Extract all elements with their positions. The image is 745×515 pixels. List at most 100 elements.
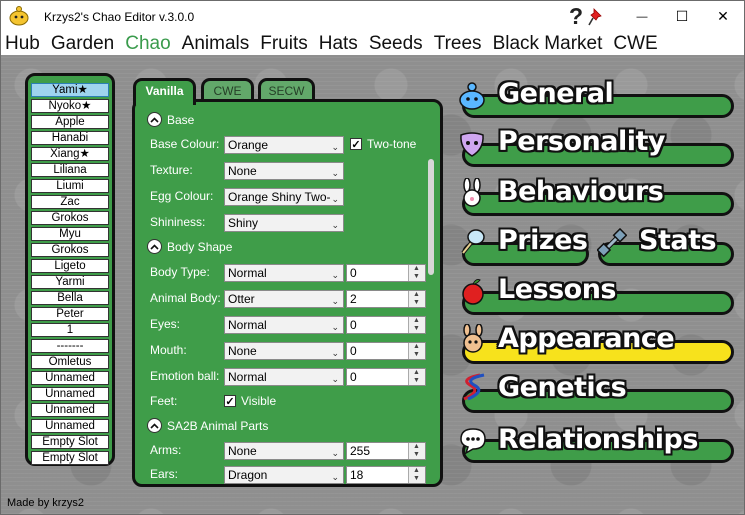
spin-arrows-icon[interactable]: ▲ ▼ <box>408 317 425 333</box>
base-colour-select[interactable]: Orange ⌄ <box>224 136 344 154</box>
base-colour-label: Base Colour: <box>150 137 220 151</box>
egg-colour-label: Egg Colour: <box>150 189 214 203</box>
chao-list-item[interactable]: Apple <box>31 115 109 129</box>
spin-arrows-icon[interactable]: ▲ ▼ <box>408 467 425 483</box>
texture-select[interactable]: None ⌄ <box>224 162 344 180</box>
chao-list-item[interactable]: Nyoko★ <box>31 99 109 113</box>
section-base[interactable]: Base <box>147 112 194 127</box>
chao-list-item[interactable]: Grokos <box>31 211 109 225</box>
collapse-icon <box>147 239 162 254</box>
section-body-shape[interactable]: Body Shape <box>147 239 232 254</box>
chao-list-item[interactable]: Xiang★ <box>31 147 109 161</box>
ears-number[interactable]: 18 ▲ ▼ <box>346 466 426 484</box>
chao-list-item[interactable]: Ligeto <box>31 259 109 273</box>
eyes-number[interactable]: 0 ▲ ▼ <box>346 316 426 334</box>
spin-arrows-icon[interactable]: ▲ ▼ <box>408 265 425 281</box>
eyes-label: Eyes: <box>150 317 181 331</box>
nav-relationships-label[interactable]: Relationships <box>498 424 698 455</box>
animal-body-number[interactable]: 2 ▲ ▼ <box>346 290 426 308</box>
nav-lessons-label[interactable]: Lessons <box>498 274 617 305</box>
chao-list-item[interactable]: Hanabi <box>31 131 109 145</box>
chao-list-item[interactable]: Yami★ <box>31 83 109 97</box>
chao-list-item[interactable]: Grokos <box>31 243 109 257</box>
menu-trees[interactable]: Trees <box>434 32 482 55</box>
shininess-select[interactable]: Shiny ⌄ <box>224 214 344 232</box>
mouth-number[interactable]: 0 ▲ ▼ <box>346 342 426 360</box>
nav-stats-label[interactable]: Stats <box>639 225 717 256</box>
menu-hats[interactable]: Hats <box>319 32 358 55</box>
animal-body-number-value: 2 <box>350 292 357 306</box>
two-tone-label: Two-tone <box>367 137 417 151</box>
texture-label: Texture: <box>150 163 193 177</box>
menu-seeds[interactable]: Seeds <box>369 32 423 55</box>
close-icon: ✕ <box>717 8 729 24</box>
menu-chao[interactable]: Chao <box>125 32 170 55</box>
pin-button[interactable] <box>585 1 609 32</box>
menu-animals[interactable]: Animals <box>182 32 250 55</box>
menu-garden[interactable]: Garden <box>51 32 114 55</box>
chao-list-item[interactable]: Unnamed <box>31 371 109 385</box>
editor-scrollbar[interactable] <box>428 159 434 275</box>
body-type-value: Normal <box>228 266 267 280</box>
maximize-button[interactable]: ☐ <box>662 1 702 32</box>
spin-arrows-icon[interactable]: ▲ ▼ <box>408 291 425 307</box>
feet-visible-label: Visible <box>241 394 277 408</box>
chevron-down-icon: ⌄ <box>331 142 339 152</box>
ears-select[interactable]: Dragon ⌄ <box>224 466 344 484</box>
chao-list-item[interactable]: Liumi <box>31 179 109 193</box>
help-button[interactable]: ? <box>568 1 584 32</box>
chao-list-item[interactable]: ------- <box>31 339 109 353</box>
speech-bubble-icon <box>460 428 486 455</box>
chao-list-item[interactable]: 1 <box>31 323 109 337</box>
eyes-select[interactable]: Normal ⌄ <box>224 316 344 334</box>
base-colour-value: Orange <box>228 138 269 152</box>
nav-genetics-label[interactable]: Genetics <box>498 372 627 403</box>
menu-black-market[interactable]: Black Market <box>493 32 603 55</box>
chao-list-item[interactable]: Unnamed <box>31 419 109 433</box>
close-button[interactable]: ✕ <box>702 1 744 32</box>
menu-cwe[interactable]: CWE <box>613 32 657 55</box>
section-sa2b-label: SA2B Animal Parts <box>167 418 269 433</box>
tab-vanilla[interactable]: Vanilla <box>133 78 196 105</box>
egg-colour-select[interactable]: Orange Shiny Two- ⌄ <box>224 188 344 206</box>
chao-list-item[interactable]: Yarmi <box>31 275 109 289</box>
mouth-select[interactable]: None ⌄ <box>224 342 344 360</box>
section-sa2b-animal-parts[interactable]: SA2B Animal Parts <box>147 418 268 433</box>
emotion-ball-label: Emotion ball: <box>150 369 220 383</box>
two-tone-checkbox[interactable]: ✓ Two-tone <box>350 137 416 151</box>
checkmark-icon: ✓ <box>350 138 362 151</box>
nav-appearance-label[interactable]: Appearance <box>498 323 675 354</box>
nav-behaviours-label[interactable]: Behaviours <box>498 176 664 207</box>
minimize-button[interactable]: — <box>622 1 662 32</box>
chao-list-item[interactable]: Zac <box>31 195 109 209</box>
animal-body-select[interactable]: Otter ⌄ <box>224 290 344 308</box>
main-content: Yami★ Nyoko★ Apple Hanabi Xiang★ Liliana… <box>1 55 744 514</box>
chao-list-item[interactable]: Omletus <box>31 355 109 369</box>
chao-list-item[interactable]: Unnamed <box>31 403 109 417</box>
nav-general-label[interactable]: General <box>498 78 614 109</box>
chao-list-item[interactable]: Empty Slot <box>31 451 109 465</box>
chao-list-item[interactable]: Empty Slot <box>31 435 109 449</box>
footer-credit: Made by krzys2 <box>7 497 85 509</box>
pin-icon <box>588 7 602 25</box>
nav-personality-label[interactable]: Personality <box>498 126 666 157</box>
arms-number[interactable]: 255 ▲ ▼ <box>346 442 426 460</box>
feet-visible-checkbox[interactable]: ✓ Visible <box>224 394 276 408</box>
chao-list-item[interactable]: Myu <box>31 227 109 241</box>
emotion-ball-number[interactable]: 0 ▲ ▼ <box>346 368 426 386</box>
body-type-select[interactable]: Normal ⌄ <box>224 264 344 282</box>
menu-fruits[interactable]: Fruits <box>260 32 308 55</box>
body-type-number[interactable]: 0 ▲ ▼ <box>346 264 426 282</box>
nav-prizes-label[interactable]: Prizes <box>498 225 588 256</box>
spin-arrows-icon[interactable]: ▲ ▼ <box>408 369 425 385</box>
emotion-ball-select[interactable]: Normal ⌄ <box>224 368 344 386</box>
arms-label: Arms: <box>150 443 182 457</box>
spin-arrows-icon[interactable]: ▲ ▼ <box>408 343 425 359</box>
chao-list-item[interactable]: Peter <box>31 307 109 321</box>
chao-list-item[interactable]: Bella <box>31 291 109 305</box>
chao-list-item[interactable]: Liliana <box>31 163 109 177</box>
spin-arrows-icon[interactable]: ▲ ▼ <box>408 443 425 459</box>
chao-list-item[interactable]: Unnamed <box>31 387 109 401</box>
arms-select[interactable]: None ⌄ <box>224 442 344 460</box>
menu-hub[interactable]: Hub <box>5 32 40 55</box>
